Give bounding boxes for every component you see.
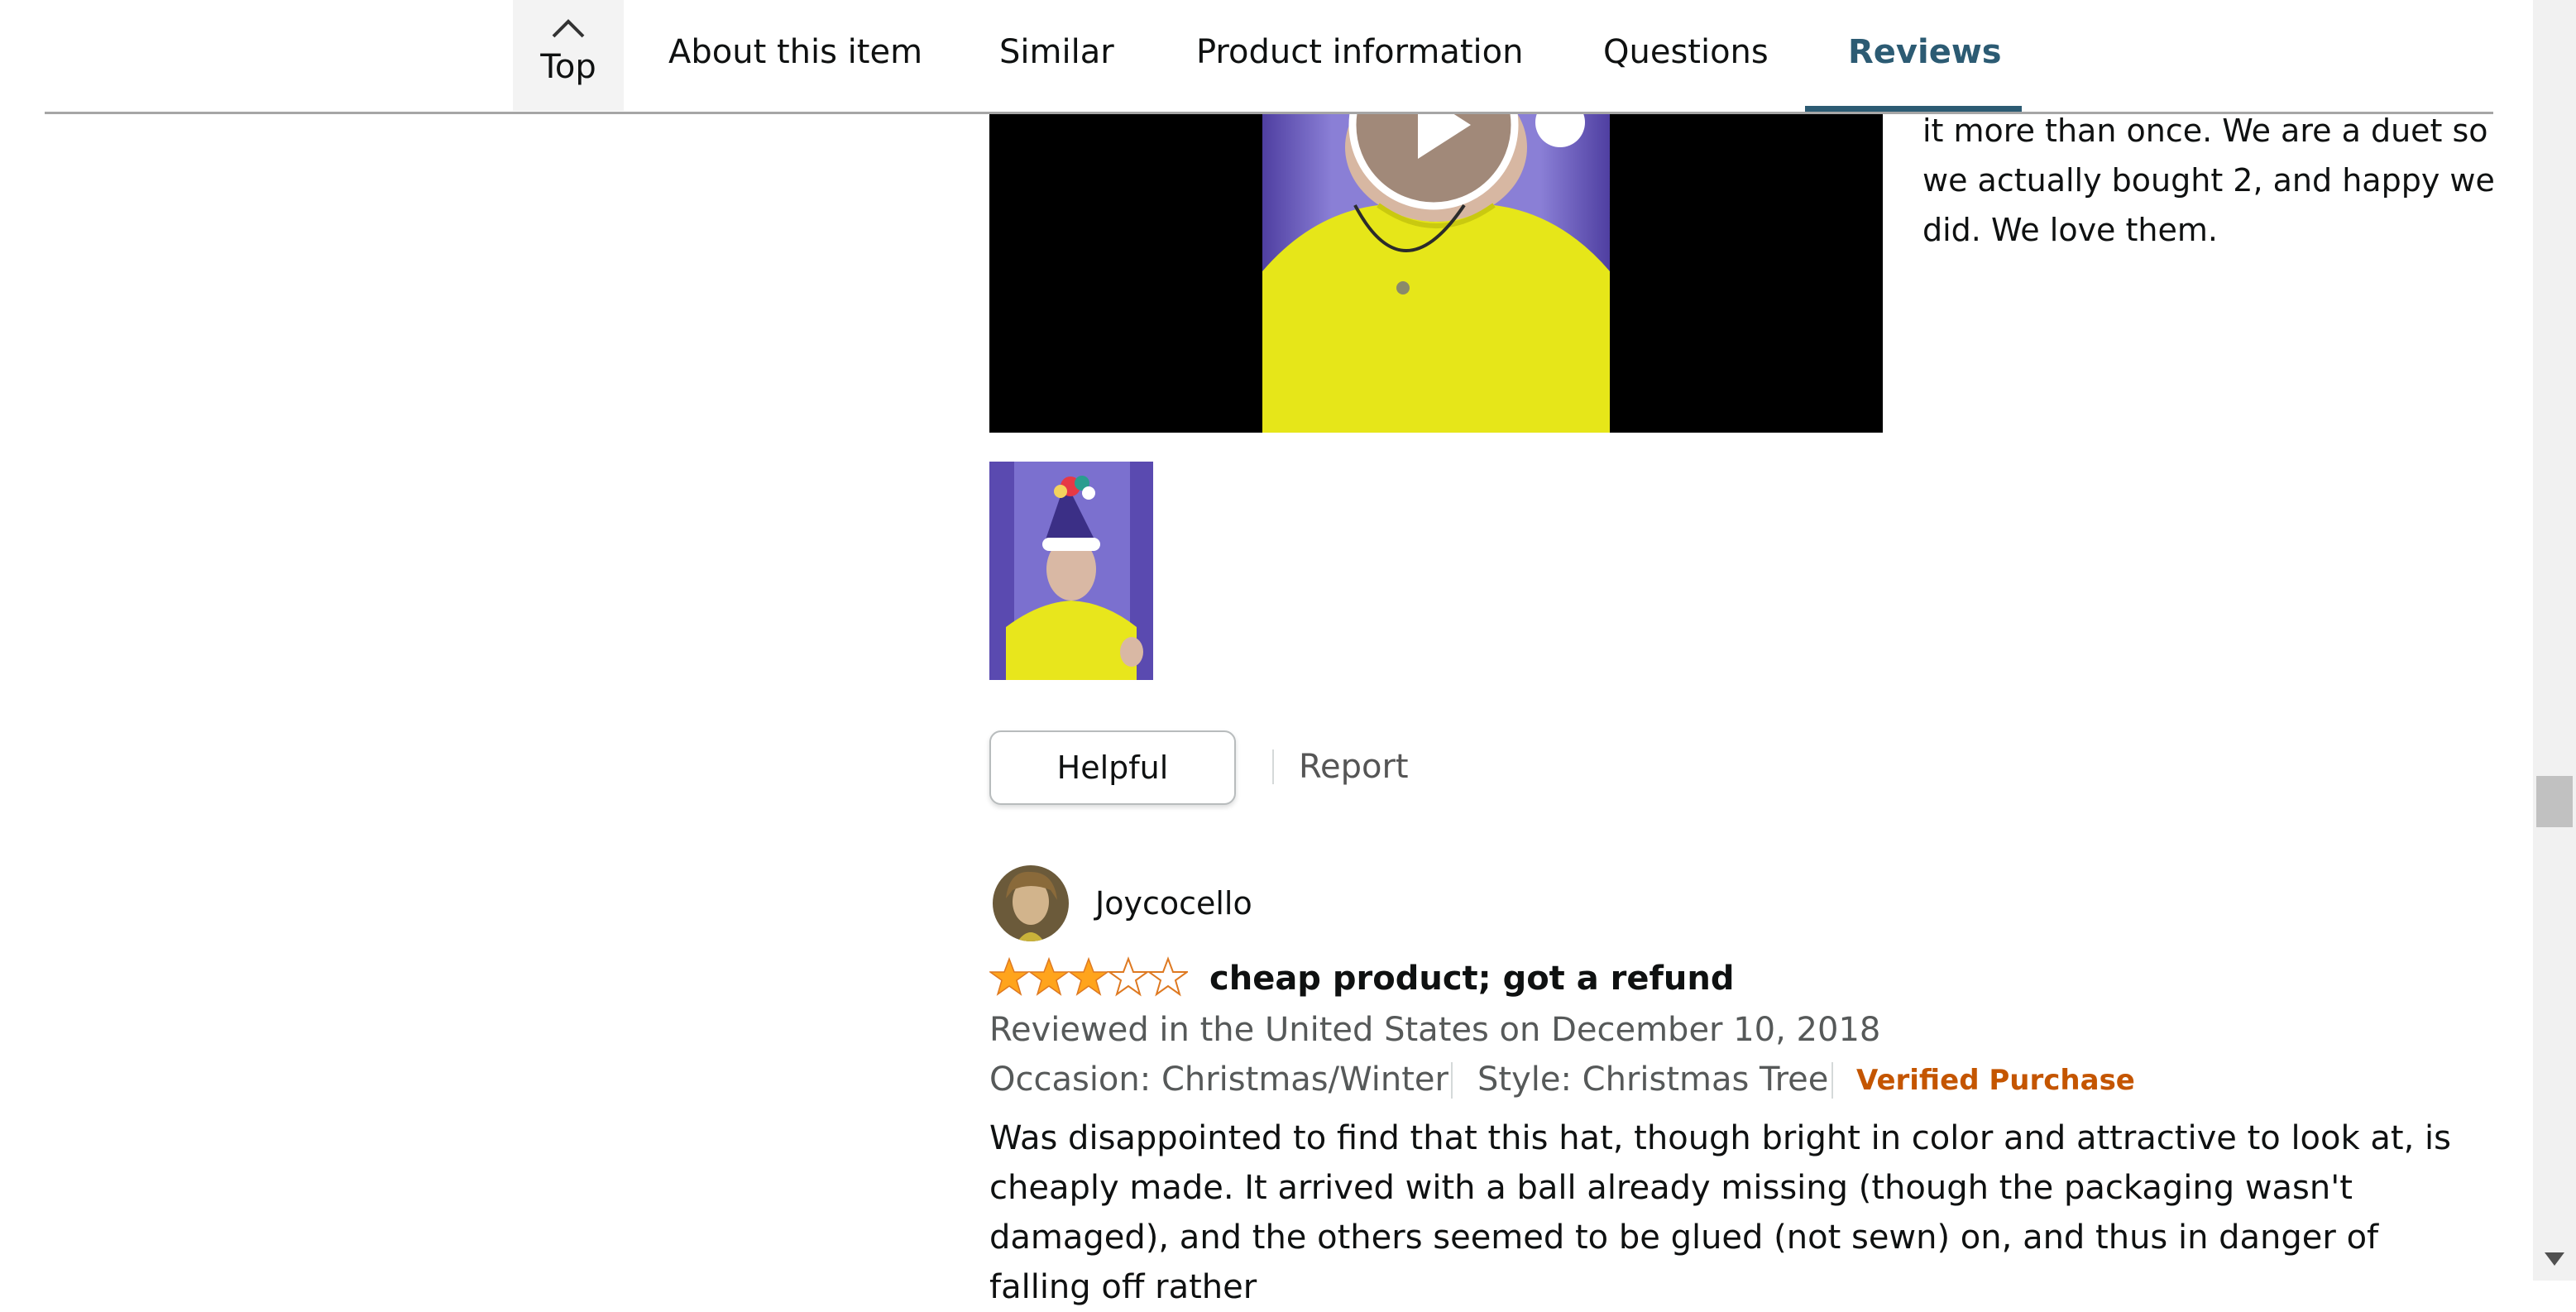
tab-about-this-item[interactable]: About this item xyxy=(668,33,922,71)
report-link[interactable]: Report xyxy=(1299,748,1409,786)
divider xyxy=(1831,1062,1833,1099)
play-icon[interactable] xyxy=(1348,114,1519,210)
sticky-nav-bar: Top About this item Similar Product info… xyxy=(0,0,2507,113)
thumbnail-image xyxy=(989,462,1153,680)
star-empty-icon xyxy=(1146,956,1188,997)
star-filled-icon xyxy=(1027,956,1070,996)
occasion-variant[interactable]: Occasion: Christmas/Winter xyxy=(989,1061,1448,1099)
avatar xyxy=(993,865,1069,941)
scroll-down-arrow-icon[interactable] xyxy=(2541,1249,2568,1269)
review-body-text: Was disappointed to find that this hat, … xyxy=(989,1119,2451,1306)
avatar-image xyxy=(993,865,1069,941)
tab-questions[interactable]: Questions xyxy=(1603,33,1769,71)
review-date: Reviewed in the United States on Decembe… xyxy=(989,1011,1881,1049)
helpful-button[interactable]: Helpful xyxy=(989,730,1236,805)
back-to-top-button[interactable]: Top xyxy=(513,0,624,111)
star-empty-icon xyxy=(1106,956,1151,997)
chevron-up-icon xyxy=(552,19,585,38)
star-filled-icon xyxy=(1067,956,1110,996)
verified-purchase-badge: Verified Purchase xyxy=(1856,1064,2135,1097)
divider xyxy=(1272,749,1274,784)
scrollbar-thumb[interactable] xyxy=(2536,776,2573,827)
divider xyxy=(1451,1062,1453,1099)
review-body-text: it more than once. We are a duet so we a… xyxy=(1922,113,2495,248)
tab-product-information[interactable]: Product information xyxy=(1196,33,1523,71)
review-title[interactable]: cheap product; got a refund xyxy=(1209,960,1735,998)
back-to-top-label: Top xyxy=(540,48,596,86)
tab-similar[interactable]: Similar xyxy=(999,33,1114,71)
star-filled-icon xyxy=(989,956,1031,996)
style-variant[interactable]: Style: Christmas Tree xyxy=(1477,1061,1828,1099)
scrollbar-track[interactable] xyxy=(2533,0,2576,1281)
review-video-player[interactable] xyxy=(989,114,1883,433)
review-image-thumbnail[interactable] xyxy=(989,462,1153,680)
reviewer-name[interactable]: Joycocello xyxy=(1095,885,1252,922)
tab-reviews[interactable]: Reviews xyxy=(1848,33,2002,71)
star-rating[interactable] xyxy=(989,956,1188,1001)
